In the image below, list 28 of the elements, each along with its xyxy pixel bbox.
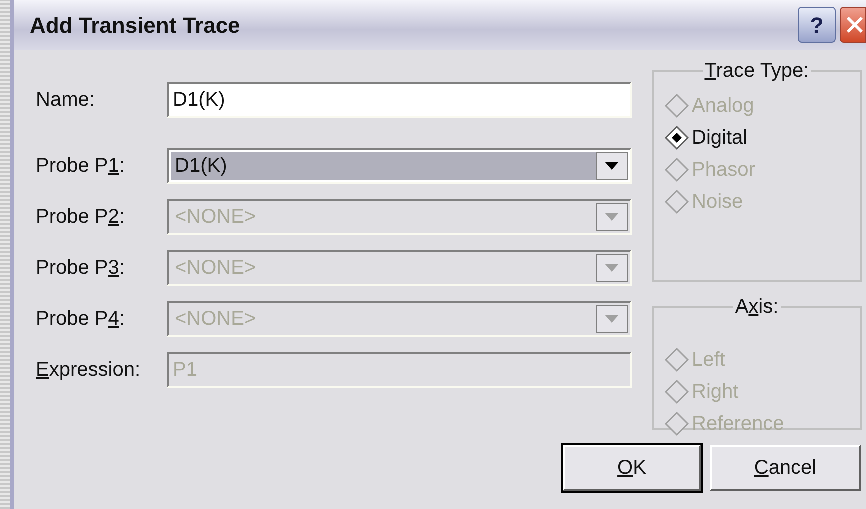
radio-icon xyxy=(664,411,690,437)
radio-icon xyxy=(664,125,690,151)
radio-icon xyxy=(664,379,690,405)
dropdown-arrow-icon xyxy=(605,162,619,170)
radio-option[interactable]: Digital xyxy=(664,122,850,154)
group-title: Trace Type: xyxy=(704,59,810,84)
close-icon xyxy=(845,15,865,35)
field-label: Probe P3: xyxy=(36,256,126,281)
window-title: Add Transient Trace xyxy=(30,12,240,40)
field-label: Name: xyxy=(36,88,96,113)
radio-icon xyxy=(664,93,690,119)
dialog-button[interactable]: Cancel xyxy=(710,445,861,491)
dropdown-arrow-icon xyxy=(605,315,619,323)
radio-icon xyxy=(664,157,690,183)
dropdown-arrow-icon xyxy=(605,264,619,272)
group-title: Axis: xyxy=(734,295,780,320)
field-label: Probe P2: xyxy=(36,205,126,230)
help-button[interactable]: ? xyxy=(798,7,836,43)
dropdown-field[interactable]: D1(K) xyxy=(167,148,632,184)
input-field[interactable]: D1(K) xyxy=(167,82,632,118)
close-button[interactable] xyxy=(840,7,866,43)
radio-icon xyxy=(664,189,690,215)
radio-icon xyxy=(664,347,690,373)
field-label: Probe P4: xyxy=(36,307,126,332)
dropdown-arrow-icon xyxy=(605,213,619,221)
field-label: Probe P1: xyxy=(36,154,126,179)
field-label: Expression: xyxy=(36,358,142,383)
dialog-button[interactable]: OK xyxy=(563,445,701,491)
